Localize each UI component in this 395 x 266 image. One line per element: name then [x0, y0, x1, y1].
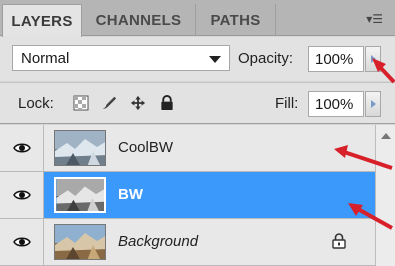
lock-image-pixels-brush-icon[interactable] [101, 95, 117, 111]
opacity-field[interactable]: 100% [308, 46, 364, 72]
blend-mode-select[interactable]: Normal [12, 45, 230, 71]
layer-name: Background [118, 233, 199, 250]
tab-paths[interactable]: PATHS [196, 4, 276, 36]
chevron-down-icon [209, 56, 221, 63]
lock-position-move-icon[interactable] [130, 95, 146, 111]
layer-row-bw[interactable]: BW [0, 172, 375, 219]
scroll-up-arrow-icon[interactable] [381, 133, 391, 139]
lock-row: Lock: Fill: 100% [0, 82, 395, 124]
lock-transparent-pixels-icon[interactable] [73, 95, 89, 111]
layer-name: BW [118, 186, 143, 203]
tab-layers[interactable]: LAYERS [2, 4, 82, 37]
lock-label: Lock: [18, 95, 54, 112]
layer-thumbnail [54, 177, 106, 213]
tab-channels[interactable]: CHANNELS [82, 4, 196, 36]
layer-row-coolbw[interactable]: CoolBW [0, 125, 375, 172]
visibility-toggle[interactable] [0, 219, 44, 265]
chevron-right-icon [371, 55, 376, 63]
blend-row: Normal Opacity: 100% [0, 37, 395, 81]
blend-mode-value: Normal [21, 50, 70, 67]
opacity-slider-button[interactable] [365, 46, 381, 72]
panel-menu-icon[interactable]: ▾☰ [366, 12, 383, 26]
layer-thumbnail [54, 224, 106, 260]
chevron-right-icon [371, 100, 376, 108]
layer-row-background[interactable]: Background [0, 219, 375, 266]
layers-panel: LAYERS CHANNELS PATHS ▾☰ Normal Opacity:… [0, 0, 395, 266]
eye-icon [13, 190, 31, 200]
visibility-toggle[interactable] [0, 125, 44, 171]
eye-icon [13, 237, 31, 247]
layer-list: CoolBW BW Background [0, 125, 375, 266]
padlock-icon [332, 233, 346, 249]
layer-list-scrollbar[interactable] [375, 125, 395, 266]
lock-all-icon[interactable] [159, 95, 175, 111]
eye-icon [13, 143, 31, 153]
panel-tab-bar: LAYERS CHANNELS PATHS ▾☰ [0, 0, 395, 37]
visibility-toggle[interactable] [0, 172, 44, 218]
fill-field[interactable]: 100% [308, 91, 364, 117]
layer-name: CoolBW [118, 139, 174, 156]
layer-thumbnail [54, 130, 106, 166]
opacity-label: Opacity: [238, 50, 294, 67]
fill-slider-button[interactable] [365, 91, 381, 117]
fill-label: Fill: [275, 95, 299, 112]
